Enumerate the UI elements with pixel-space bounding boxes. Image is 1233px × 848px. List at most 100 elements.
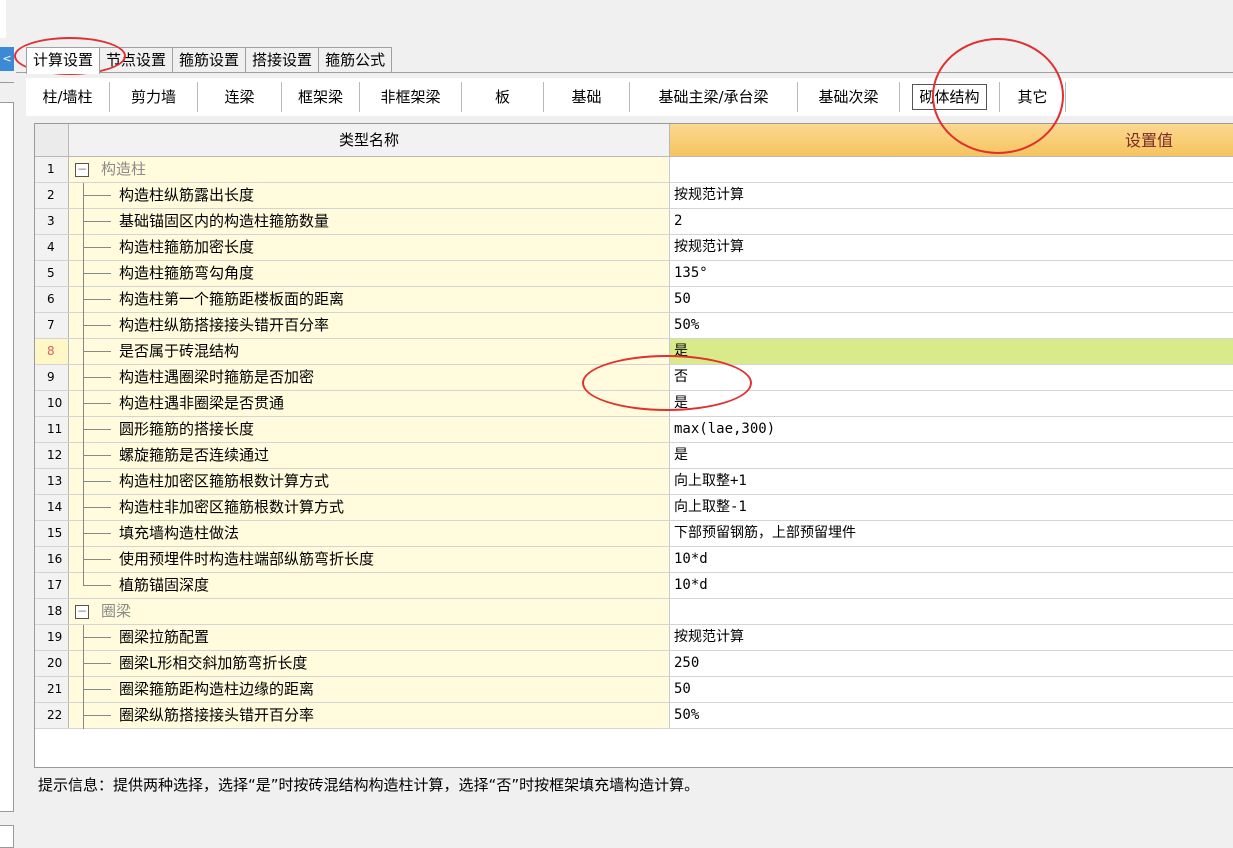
category-foundation[interactable]: 基础 bbox=[544, 82, 630, 112]
row-number: 15 bbox=[35, 521, 69, 546]
table-row[interactable]: 4 构造柱箍筋加密长度 按规范计算 bbox=[35, 235, 1233, 261]
left-bottom-panel bbox=[0, 825, 14, 848]
table-row[interactable]: 11 圆形箍筋的搭接长度 max(lae,300) bbox=[35, 417, 1233, 443]
setting-value[interactable]: 是 bbox=[670, 391, 1233, 416]
row-number: 10 bbox=[35, 391, 69, 416]
row-number: 2 bbox=[35, 183, 69, 208]
category-column[interactable]: 柱/墙柱 bbox=[26, 82, 110, 112]
group-row[interactable]: 1− 构造柱 bbox=[35, 157, 1233, 183]
tree-connector bbox=[83, 715, 111, 716]
category-masonry[interactable]: 砌体结构 bbox=[900, 82, 1000, 112]
tree-connector bbox=[83, 651, 84, 677]
setting-value[interactable]: 10*d bbox=[670, 573, 1233, 598]
setting-label: 圈梁L形相交斜加筋弯折长度 bbox=[119, 654, 308, 672]
setting-name: 构造柱非加密区箍筋根数计算方式 bbox=[69, 495, 670, 521]
setting-name: 植筋锚固深度 bbox=[69, 573, 670, 598]
collapse-icon[interactable]: − bbox=[75, 605, 89, 619]
table-row[interactable]: 13 构造柱加密区箍筋根数计算方式 向上取整+1 bbox=[35, 469, 1233, 495]
collapse-tab[interactable]: < bbox=[0, 47, 14, 71]
tree-connector bbox=[83, 637, 111, 638]
tab-stirrup-formula[interactable]: 箍筋公式 bbox=[318, 47, 393, 73]
setting-value[interactable]: max(lae,300) bbox=[670, 417, 1233, 442]
setting-value[interactable]: 50 bbox=[670, 287, 1233, 312]
tree-connector bbox=[83, 625, 84, 651]
table-row[interactable]: 6 构造柱第一个箍筋距楼板面的距离 50 bbox=[35, 287, 1233, 313]
setting-value[interactable]: 10*d bbox=[670, 547, 1233, 572]
tree-connector bbox=[83, 195, 111, 196]
hint-panel: 提示信息：提供两种选择，选择“是”时按砖混结构构造柱计算，选择“否”时按框架填充… bbox=[34, 767, 1233, 848]
category-foundation-main-beam[interactable]: 基础主梁/承台梁 bbox=[630, 82, 798, 112]
tree-connector bbox=[83, 429, 111, 430]
table-row[interactable]: 5 构造柱箍筋弯勾角度 135° bbox=[35, 261, 1233, 287]
header-corner bbox=[35, 124, 69, 156]
header-type-name[interactable]: 类型名称 bbox=[69, 124, 670, 156]
category-foundation-secondary-beam[interactable]: 基础次梁 bbox=[798, 82, 900, 112]
tree-connector bbox=[83, 183, 84, 209]
row-number: 22 bbox=[35, 703, 69, 728]
row-number: 7 bbox=[35, 313, 69, 338]
setting-value[interactable] bbox=[670, 157, 1233, 182]
setting-value[interactable]: 是 bbox=[670, 443, 1233, 468]
setting-label: 构造柱箍筋弯勾角度 bbox=[119, 264, 255, 282]
table-row[interactable]: 7 构造柱纵筋搭接接头错开百分率 50% bbox=[35, 313, 1233, 339]
setting-value[interactable]: 按规范计算 bbox=[670, 235, 1233, 260]
tabs-baseline bbox=[16, 72, 1233, 73]
table-row[interactable]: 3 基础锚固区内的构造柱箍筋数量 2 bbox=[35, 209, 1233, 235]
tab-node-settings[interactable]: 节点设置 bbox=[99, 47, 174, 73]
tab-calc-settings[interactable]: 计算设置 bbox=[26, 47, 101, 74]
setting-value[interactable]: 向上取整-1 bbox=[670, 495, 1233, 520]
table-row[interactable]: 9 构造柱遇圈梁时箍筋是否加密 否 bbox=[35, 365, 1233, 391]
setting-value[interactable]: 250 bbox=[670, 651, 1233, 676]
setting-value[interactable]: 下部预留钢筋，上部预留埋件 bbox=[670, 521, 1233, 546]
category-shear-wall[interactable]: 剪力墙 bbox=[110, 82, 198, 112]
table-row[interactable]: 19 圈梁拉筋配置 按规范计算 bbox=[35, 625, 1233, 651]
table-row[interactable]: 22 圈梁纵筋搭接接头错开百分率 50% bbox=[35, 703, 1233, 729]
tree-connector bbox=[83, 261, 84, 287]
category-slab[interactable]: 板 bbox=[462, 82, 544, 112]
setting-value[interactable]: 135° bbox=[670, 261, 1233, 286]
setting-value[interactable]: 是 bbox=[670, 339, 1233, 364]
setting-value[interactable]: 否 bbox=[670, 365, 1233, 390]
setting-name: 构造柱加密区箍筋根数计算方式 bbox=[69, 469, 670, 495]
category-other[interactable]: 其它 bbox=[1000, 82, 1066, 112]
row-number: 11 bbox=[35, 417, 69, 442]
category-non-frame-beam[interactable]: 非框架梁 bbox=[360, 82, 462, 112]
category-frame-beam[interactable]: 框架梁 bbox=[282, 82, 360, 112]
category-coupling-beam[interactable]: 连梁 bbox=[198, 82, 282, 112]
setting-name: 螺旋箍筋是否连续通过 bbox=[69, 443, 670, 469]
setting-value[interactable]: 按规范计算 bbox=[670, 183, 1233, 208]
setting-value[interactable]: 50% bbox=[670, 703, 1233, 728]
setting-value[interactable]: 按规范计算 bbox=[670, 625, 1233, 650]
table-row[interactable]: 12 螺旋箍筋是否连续通过 是 bbox=[35, 443, 1233, 469]
row-number: 19 bbox=[35, 625, 69, 650]
collapse-icon[interactable]: − bbox=[75, 163, 89, 177]
header-value[interactable]: 设置值 bbox=[670, 124, 1233, 156]
row-number: 5 bbox=[35, 261, 69, 286]
setting-value[interactable] bbox=[670, 599, 1233, 624]
setting-name: 圈梁L形相交斜加筋弯折长度 bbox=[69, 651, 670, 677]
table-row[interactable]: 10 构造柱遇非圈梁是否贯通 是 bbox=[35, 391, 1233, 417]
row-number: 21 bbox=[35, 677, 69, 702]
setting-value[interactable]: 2 bbox=[670, 209, 1233, 234]
tab-stirrup-settings[interactable]: 箍筋设置 bbox=[172, 47, 247, 73]
table-row[interactable]: 2 构造柱纵筋露出长度 按规范计算 bbox=[35, 183, 1233, 209]
setting-name: 圆形箍筋的搭接长度 bbox=[69, 417, 670, 443]
tree-connector bbox=[83, 351, 111, 352]
setting-name: 构造柱纵筋露出长度 bbox=[69, 183, 670, 209]
table-row[interactable]: 15 填充墙构造柱做法 下部预留钢筋，上部预留埋件 bbox=[35, 521, 1233, 547]
setting-value[interactable]: 向上取整+1 bbox=[670, 469, 1233, 494]
tab-lap-settings[interactable]: 搭接设置 bbox=[245, 47, 320, 73]
table-row[interactable]: 8 是否属于砖混结构 是 bbox=[35, 339, 1233, 365]
table-row[interactable]: 20 圈梁L形相交斜加筋弯折长度 250 bbox=[35, 651, 1233, 677]
app-window: { "left_tab": "<", "top_tabs": ["计算设置", … bbox=[0, 0, 1233, 848]
setting-value[interactable]: 50 bbox=[670, 677, 1233, 702]
table-row[interactable]: 17 植筋锚固深度 10*d bbox=[35, 573, 1233, 599]
table-row[interactable]: 14 构造柱非加密区箍筋根数计算方式 向上取整-1 bbox=[35, 495, 1233, 521]
setting-name: 构造柱箍筋加密长度 bbox=[69, 235, 670, 261]
settings-tabs: 计算设置 节点设置 箍筋设置 搭接设置 箍筋公式 bbox=[26, 47, 393, 74]
table-row[interactable]: 16 使用预埋件时构造柱端部纵筋弯折长度 10*d bbox=[35, 547, 1233, 573]
group-row[interactable]: 18− 圈梁 bbox=[35, 599, 1233, 625]
setting-name: 圈梁纵筋搭接接头错开百分率 bbox=[69, 703, 670, 729]
table-row[interactable]: 21 圈梁箍筋距构造柱边缘的距离 50 bbox=[35, 677, 1233, 703]
setting-value[interactable]: 50% bbox=[670, 313, 1233, 338]
